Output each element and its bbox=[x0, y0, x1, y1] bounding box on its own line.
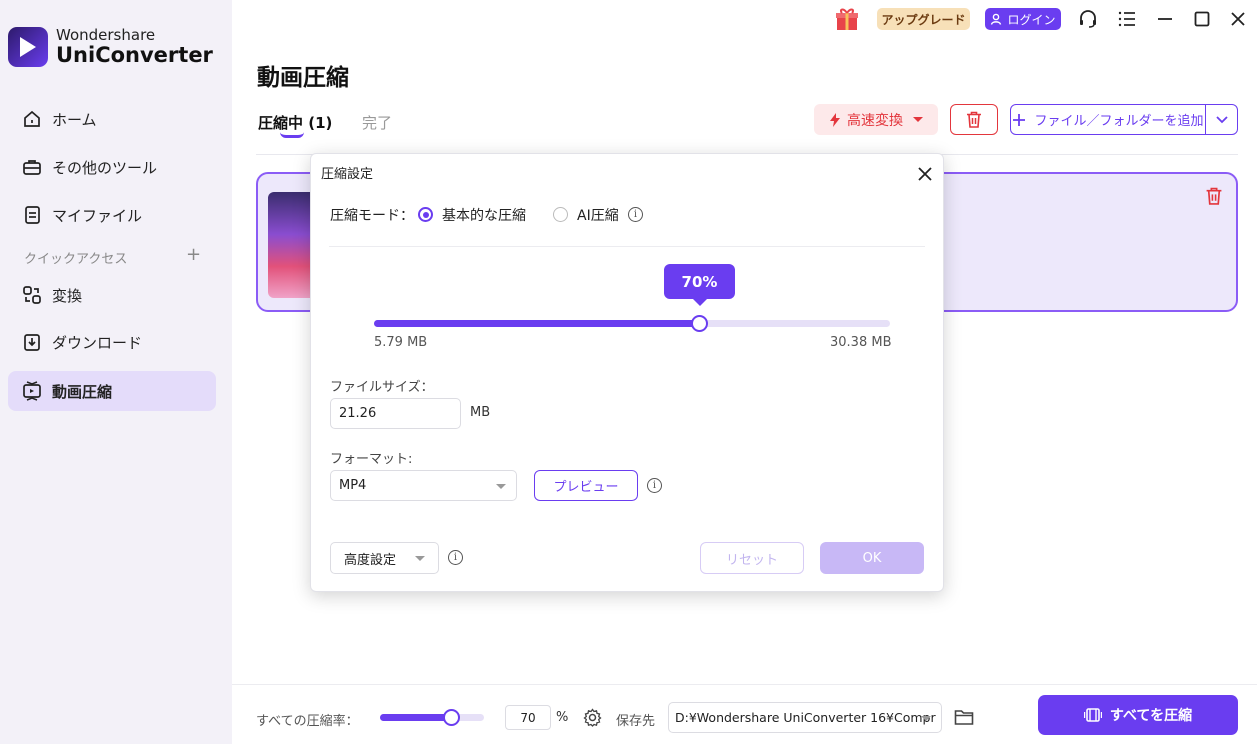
chevron-down-icon bbox=[921, 716, 931, 721]
minimize-icon[interactable] bbox=[1154, 8, 1176, 30]
tab-completed[interactable]: 完了 bbox=[362, 112, 392, 133]
file-size-input[interactable]: 21.26 bbox=[330, 398, 461, 429]
tab-compressing[interactable]: 圧縮中 (1) bbox=[258, 112, 332, 133]
advanced-settings-label: 高度設定 bbox=[344, 552, 397, 568]
slider-fill bbox=[374, 320, 699, 327]
sidebar: Wondershare UniConverter ホーム その他のツール マイフ… bbox=[0, 0, 232, 744]
advanced-settings-select[interactable]: 高度設定 bbox=[330, 542, 439, 574]
save-location-select[interactable]: D:¥Wondershare UniConverter 16¥Compr bbox=[668, 702, 942, 733]
overall-rate-label: すべての圧縮率： bbox=[256, 714, 359, 729]
lightning-icon bbox=[830, 112, 840, 127]
save-path-value: D:¥Wondershare UniConverter 16¥Compr bbox=[675, 710, 936, 725]
compression-mode-label: 圧縮モード： bbox=[330, 208, 414, 224]
page-title: 動画圧縮 bbox=[257, 65, 349, 91]
slider-fill bbox=[380, 714, 451, 721]
ai-compression-label[interactable]: AI圧縮 bbox=[577, 205, 619, 225]
settings-gear-icon[interactable] bbox=[583, 708, 602, 727]
compress-icon bbox=[22, 381, 42, 401]
sidebar-item-label: 動画圧縮 bbox=[52, 382, 113, 401]
gift-icon[interactable] bbox=[834, 6, 860, 32]
close-window-icon[interactable] bbox=[1227, 8, 1249, 30]
delete-file-icon[interactable] bbox=[1205, 187, 1223, 205]
product-name: UniConverter bbox=[56, 43, 213, 67]
add-quick-access-icon[interactable]: + bbox=[186, 244, 201, 265]
upgrade-button[interactable]: アップグレード bbox=[877, 8, 970, 30]
chevron-down-icon bbox=[496, 484, 506, 489]
menu-icon[interactable] bbox=[1116, 8, 1138, 30]
sidebar-item-home[interactable]: ホーム bbox=[8, 99, 216, 139]
home-icon bbox=[22, 109, 42, 129]
compression-settings-dialog: 圧縮設定 圧縮モード： 基本的な圧縮 AI圧縮 i 70% 5.79 MB 30… bbox=[310, 153, 944, 592]
sidebar-item-convert[interactable]: 変換 bbox=[8, 275, 216, 315]
compress-all-button[interactable]: すべてを圧縮 bbox=[1038, 695, 1238, 735]
format-label: フォーマット: bbox=[330, 452, 413, 467]
video-thumbnail bbox=[268, 192, 316, 298]
chevron-down-icon bbox=[415, 556, 425, 561]
headset-icon[interactable] bbox=[1077, 8, 1099, 30]
dialog-divider bbox=[329, 246, 925, 247]
add-files-button[interactable]: ファイル／フォルダーを追加 bbox=[1011, 105, 1205, 134]
compress-icon bbox=[1083, 708, 1102, 722]
sidebar-item-video-compress[interactable]: 動画圧縮 bbox=[8, 371, 216, 411]
percent-sign: % bbox=[556, 710, 569, 725]
delete-all-button[interactable] bbox=[950, 104, 998, 135]
info-icon[interactable]: i bbox=[628, 207, 643, 222]
folder-icon[interactable] bbox=[954, 708, 974, 726]
toolbox-icon bbox=[22, 157, 42, 177]
format-select[interactable]: MP4 bbox=[330, 470, 517, 501]
basic-compression-label[interactable]: 基本的な圧縮 bbox=[442, 205, 526, 225]
chevron-down-icon bbox=[1215, 115, 1228, 123]
reset-button[interactable]: リセット bbox=[700, 542, 804, 574]
trash-icon bbox=[967, 111, 981, 128]
login-button[interactable]: ログイン bbox=[985, 8, 1061, 30]
sidebar-item-other-tools[interactable]: その他のツール bbox=[8, 147, 216, 187]
ok-button[interactable]: OK bbox=[820, 542, 924, 574]
maximize-icon[interactable] bbox=[1191, 8, 1213, 30]
app-logo: Wondershare UniConverter bbox=[8, 27, 213, 67]
sidebar-item-label: マイファイル bbox=[52, 206, 143, 225]
quick-access-label: クイックアクセス bbox=[24, 252, 128, 267]
fast-convert-button[interactable]: 高速変換 bbox=[814, 104, 938, 135]
login-label: ログイン bbox=[1007, 12, 1056, 27]
plus-icon bbox=[1013, 113, 1026, 126]
convert-icon bbox=[22, 285, 42, 305]
format-value: MP4 bbox=[339, 478, 367, 493]
compression-percent-bubble: 70% bbox=[664, 264, 735, 306]
max-size-label: 30.38 MB bbox=[830, 335, 892, 350]
sidebar-item-label: その他のツール bbox=[52, 158, 158, 177]
sidebar-item-label: ダウンロード bbox=[52, 333, 143, 352]
overall-rate-slider[interactable] bbox=[380, 709, 484, 726]
add-files-button-group: ファイル／フォルダーを追加 bbox=[1010, 104, 1238, 135]
compression-slider[interactable] bbox=[374, 315, 890, 332]
uniconverter-logo-icon bbox=[8, 27, 48, 67]
brand-name: Wondershare bbox=[56, 26, 156, 44]
slider-handle[interactable] bbox=[691, 315, 708, 332]
fast-convert-label: 高速変換 bbox=[847, 112, 903, 129]
file-size-label: ファイルサイズ： bbox=[330, 380, 434, 395]
close-icon[interactable] bbox=[915, 164, 935, 184]
overall-rate-input[interactable]: 70 bbox=[505, 705, 551, 730]
chevron-down-icon bbox=[913, 117, 923, 122]
preview-button[interactable]: プレビュー bbox=[534, 470, 638, 501]
active-tab-indicator bbox=[280, 132, 304, 138]
compress-all-label: すべてを圧縮 bbox=[1109, 708, 1193, 724]
slider-handle[interactable] bbox=[443, 709, 460, 726]
add-files-dropdown[interactable] bbox=[1205, 105, 1237, 134]
download-icon bbox=[22, 332, 42, 352]
info-icon[interactable]: i bbox=[448, 550, 463, 565]
user-icon bbox=[991, 13, 1002, 25]
add-files-label: ファイル／フォルダーを追加 bbox=[1034, 114, 1204, 129]
sidebar-item-download[interactable]: ダウンロード bbox=[8, 322, 216, 362]
min-size-label: 5.79 MB bbox=[374, 335, 428, 350]
ai-compression-radio[interactable] bbox=[553, 207, 568, 222]
sidebar-item-label: 変換 bbox=[52, 286, 83, 305]
basic-compression-radio[interactable] bbox=[418, 207, 433, 222]
dialog-title: 圧縮設定 bbox=[321, 167, 374, 182]
save-location-label: 保存先 bbox=[616, 714, 656, 729]
sidebar-item-my-files[interactable]: マイファイル bbox=[8, 195, 216, 235]
file-icon bbox=[22, 205, 42, 225]
file-size-unit: MB bbox=[470, 405, 491, 420]
info-icon[interactable]: i bbox=[647, 478, 662, 493]
sidebar-item-label: ホーム bbox=[52, 110, 97, 129]
